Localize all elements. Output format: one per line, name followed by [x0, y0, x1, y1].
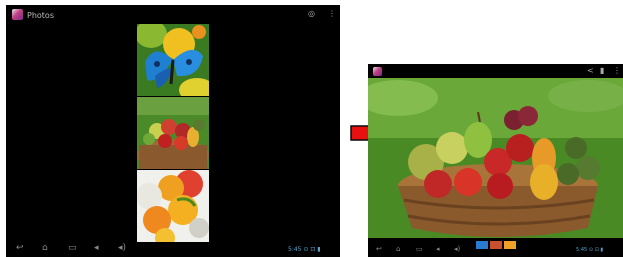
recent-apps-icon[interactable]: ▭ — [68, 244, 77, 253]
photo-viewer-screen: < ▮ ⋮ ↩ ⌂ ▭ ◂ ◂) 5:45 ⊙ ⊡ ▮ — [368, 64, 623, 257]
thumbnail-fruit-basket[interactable] — [137, 97, 209, 169]
recent-apps-icon[interactable]: ▭ — [416, 246, 423, 253]
navigation-bar: ↩ ⌂ ▭ ◂ ◂) 5:45 ⊙ ⊡ ▮ — [6, 241, 340, 257]
overflow-menu-icon[interactable]: ⋮ — [613, 67, 621, 75]
app-title: Photos — [27, 11, 54, 20]
camera-icon[interactable]: ◎ — [308, 10, 315, 18]
volume-down-icon[interactable]: ◂ — [94, 244, 99, 253]
back-icon[interactable]: ↩ — [376, 246, 382, 253]
navigation-bar: ↩ ⌂ ▭ ◂ ◂) 5:45 ⊙ ⊡ ▮ — [368, 244, 623, 257]
volume-down-icon[interactable]: ◂ — [436, 246, 440, 253]
home-icon[interactable]: ⌂ — [42, 244, 48, 253]
fruit-basket-photo[interactable] — [368, 78, 623, 238]
gallery-app-icon[interactable] — [373, 67, 382, 76]
share-icon[interactable]: < — [587, 67, 594, 75]
home-icon[interactable]: ⌂ — [396, 246, 400, 253]
thumbnail-butterfly[interactable] — [137, 24, 209, 96]
filmstrip-thumbnails[interactable] — [476, 234, 516, 249]
status-area: 5:45 ⊙ ⊡ ▮ — [576, 247, 604, 253]
volume-up-icon[interactable]: ◂) — [118, 244, 126, 253]
volume-up-icon[interactable]: ◂) — [454, 246, 460, 253]
thumbnail-fruit-closeup[interactable] — [137, 170, 209, 242]
back-icon[interactable]: ↩ — [16, 244, 24, 253]
status-area: 5:45 ⊙ ⊡ ▮ — [288, 246, 321, 253]
gallery-app-icon[interactable] — [12, 9, 23, 20]
overflow-menu-icon[interactable]: ⋮ — [328, 10, 336, 18]
gallery-screen: Photos ◎ ⋮ ↩ ⌂ ▭ ◂ ◂) 5:45 ⊙ ⊡ ▮ — [6, 5, 340, 257]
delete-icon[interactable]: ▮ — [600, 67, 604, 75]
